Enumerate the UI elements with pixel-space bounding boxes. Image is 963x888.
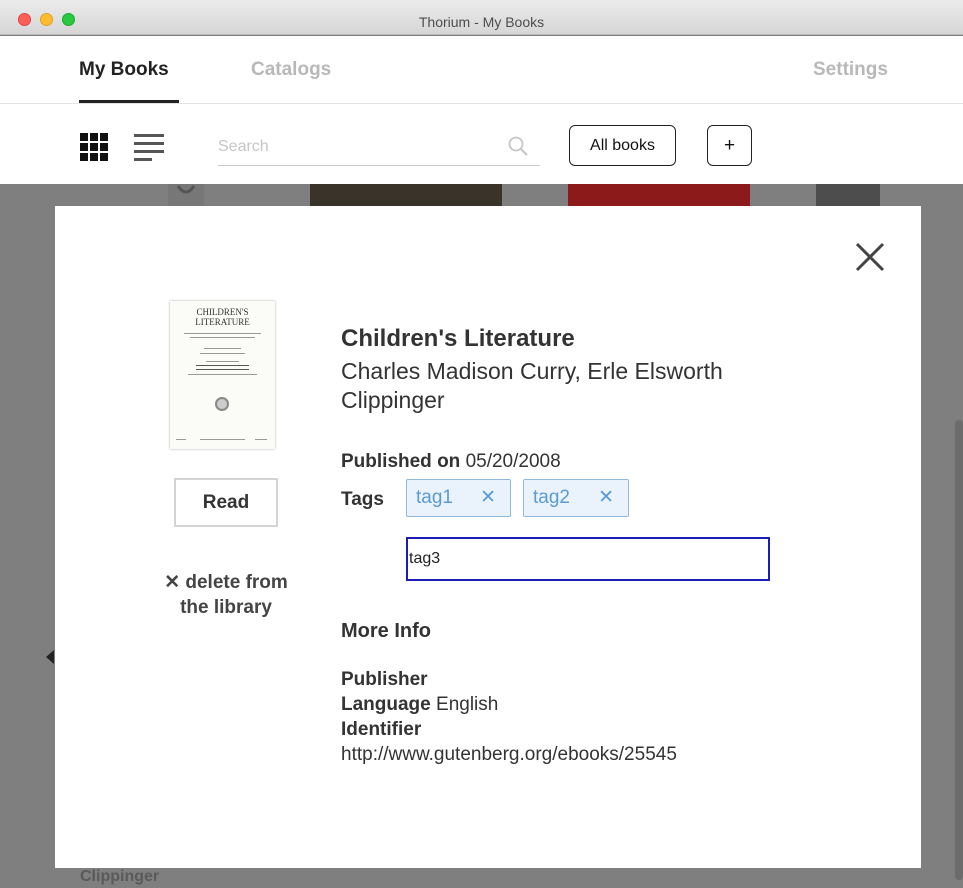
background-cover xyxy=(816,184,880,206)
tab-catalogs[interactable]: Catalogs xyxy=(251,59,331,81)
window-titlebar: Thorium - My Books xyxy=(0,0,963,35)
window-title: Thorium - My Books xyxy=(418,14,545,30)
active-tab-indicator xyxy=(79,100,179,103)
cover-title-line: LITERATURE xyxy=(195,317,250,327)
close-icon[interactable] xyxy=(853,240,887,274)
background-book-author: Clippinger xyxy=(80,868,160,885)
book-title: Children's Literature xyxy=(341,325,575,352)
tag-chip: tag2 ✕ xyxy=(523,479,629,517)
remove-tag-icon[interactable]: ✕ xyxy=(480,480,496,516)
search-bar xyxy=(218,128,540,166)
add-book-button[interactable]: + xyxy=(707,125,752,166)
background-cover xyxy=(168,184,204,206)
search-icon[interactable] xyxy=(506,134,530,158)
language-row: Language English xyxy=(341,694,498,716)
published-value: 05/20/2008 xyxy=(465,451,561,472)
cover-title: CHILDREN'S LITERATURE xyxy=(170,307,275,327)
delete-from-library-link[interactable]: ✕ delete from the library xyxy=(160,570,292,620)
more-info-heading: More Info xyxy=(341,620,431,642)
tag-label: tag1 xyxy=(416,487,453,508)
background-cover xyxy=(310,184,502,206)
tag-chip: tag1 ✕ xyxy=(406,479,511,517)
cover-seal-icon xyxy=(215,397,229,411)
remove-tag-icon[interactable]: ✕ xyxy=(598,480,614,516)
tags-label: Tags xyxy=(341,489,384,510)
book-cover: CHILDREN'S LITERATURE xyxy=(170,301,275,449)
background-cover-emblem-icon xyxy=(176,185,196,194)
app-header: My Books Catalogs Settings xyxy=(0,36,963,104)
identifier-row: Identifier xyxy=(341,719,421,741)
background-scrollbar xyxy=(955,420,963,880)
add-tag-input[interactable] xyxy=(406,537,770,581)
read-button[interactable]: Read xyxy=(174,478,278,527)
grid-view-icon[interactable] xyxy=(80,133,108,161)
all-books-button[interactable]: All books xyxy=(569,125,676,166)
tab-my-books[interactable]: My Books xyxy=(79,59,169,81)
tag-label: tag2 xyxy=(533,487,570,508)
previous-arrow-icon xyxy=(46,650,54,664)
identifier-label: Identifier xyxy=(341,719,422,740)
identifier-value: http://www.gutenberg.org/ebooks/25545 xyxy=(341,744,677,765)
list-view-icon[interactable] xyxy=(134,134,164,162)
cover-title-line: CHILDREN'S xyxy=(196,307,249,317)
published-date: Published on 05/20/2008 xyxy=(341,451,561,473)
publisher-row: Publisher xyxy=(341,669,428,691)
search-input[interactable] xyxy=(218,134,498,160)
language-label: Language xyxy=(341,694,431,715)
published-label: Published on xyxy=(341,451,461,472)
tab-settings[interactable]: Settings xyxy=(813,59,888,81)
book-authors: Charles Madison Curry, Erle Elsworth Cli… xyxy=(341,358,723,413)
background-cover xyxy=(568,184,750,206)
publisher-label: Publisher xyxy=(341,669,428,690)
language-value: English xyxy=(436,694,499,715)
